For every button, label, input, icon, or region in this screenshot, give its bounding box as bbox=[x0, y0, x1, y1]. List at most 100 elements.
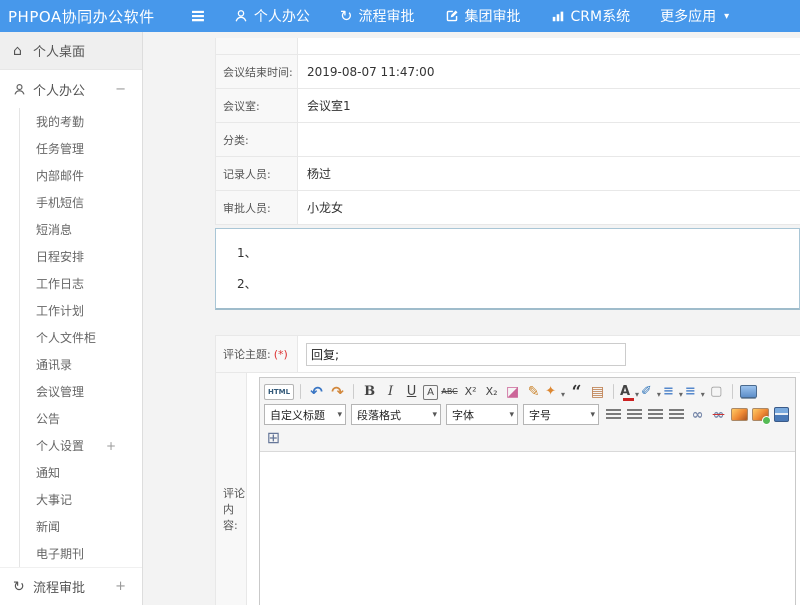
align-left-icon[interactable] bbox=[604, 405, 623, 425]
nav-workflow-approval[interactable]: ↻ 流程审批 bbox=[340, 6, 415, 26]
process-icon: ↻ bbox=[13, 579, 33, 595]
sidebar-subitem[interactable]: 通讯录 bbox=[20, 351, 142, 378]
sidebar-subitem[interactable]: 我的考勤 bbox=[20, 108, 142, 135]
sidebar-subitem[interactable]: 个人文件柜 bbox=[20, 324, 142, 351]
heading-select[interactable]: 自定义标题 bbox=[264, 404, 346, 425]
sidebar-subitem[interactable]: 新闻 bbox=[20, 513, 142, 540]
row-value: 杨过 bbox=[298, 157, 800, 190]
row-label: 分类: bbox=[216, 123, 298, 156]
underline-icon[interactable]: U bbox=[402, 382, 421, 402]
font-family-select[interactable]: 字体 bbox=[446, 404, 518, 425]
comment-content-row: 评论内容: HTML ↶ ↷ bbox=[216, 373, 800, 605]
sidebar-subitem[interactable]: 工作计划 bbox=[20, 297, 142, 324]
expand-icon: + bbox=[106, 439, 142, 453]
table-row: 会议室: 会议室1 bbox=[216, 89, 800, 123]
sidebar-subitem[interactable]: 任务管理 bbox=[20, 135, 142, 162]
table-row: 审批人员: 小龙女 bbox=[216, 191, 800, 225]
editor-content-area[interactable] bbox=[260, 452, 795, 605]
app: { "colors": { "topbar_bg": "#4798eb", "r… bbox=[0, 0, 800, 605]
menu-toggle-icon[interactable]: ≡ bbox=[190, 7, 206, 26]
unlink-icon[interactable]: ∞ bbox=[709, 405, 728, 425]
sidebar-subitem[interactable]: 会议管理 bbox=[20, 378, 142, 405]
font-color-icon[interactable]: A bbox=[620, 382, 639, 402]
align-right-icon[interactable] bbox=[646, 405, 665, 425]
comment-subject-label: 评论主题: (*) bbox=[216, 336, 298, 372]
row-value bbox=[298, 123, 800, 156]
separator bbox=[613, 384, 614, 399]
separator bbox=[732, 384, 733, 399]
nav-crm-system[interactable]: CRM系统 bbox=[551, 6, 631, 26]
sidebar-subitem[interactable]: 内部邮件 bbox=[20, 162, 142, 189]
paste-text-icon[interactable]: ▤ bbox=[588, 382, 607, 402]
app-logo: PHPOA协同办公软件 bbox=[0, 6, 190, 27]
sidebar-item-personal-office[interactable]: 个人办公 − bbox=[0, 70, 142, 108]
sidebar-subitem[interactable]: 公告 bbox=[20, 405, 142, 432]
nav-personal-office[interactable]: 个人办公 bbox=[234, 6, 310, 26]
editor-toolbar-row2: 自定义标题 段落格式 字体 bbox=[263, 403, 792, 426]
nav-group-approval[interactable]: 集团审批 bbox=[445, 6, 521, 26]
edit-icon bbox=[445, 9, 459, 23]
table-row: 分类: bbox=[216, 123, 800, 157]
insert-image-icon[interactable] bbox=[751, 405, 770, 425]
sidebar-subitem[interactable]: 通知 bbox=[20, 459, 142, 486]
row-label: 会议室: bbox=[216, 89, 298, 122]
image-icon[interactable] bbox=[730, 405, 749, 425]
bar-chart-icon bbox=[551, 9, 565, 23]
sidebar-subitem[interactable]: 大事记 bbox=[20, 486, 142, 513]
required-mark: (*) bbox=[274, 348, 288, 361]
process-icon: ↻ bbox=[340, 9, 353, 24]
nav-more-apps[interactable]: 更多应用 ▾ bbox=[660, 6, 729, 26]
table-row bbox=[216, 38, 800, 55]
row-label: 会议结束时间: bbox=[216, 55, 298, 88]
separator bbox=[300, 384, 301, 399]
html-source-button[interactable]: HTML bbox=[264, 384, 294, 400]
align-justify-icon[interactable] bbox=[667, 405, 686, 425]
sidebar-subitem[interactable]: 工作日志 bbox=[20, 270, 142, 297]
separator bbox=[353, 384, 354, 399]
media-icon[interactable] bbox=[772, 405, 791, 425]
row-label: 审批人员: bbox=[216, 191, 298, 224]
sidebar-subitem[interactable]: 短消息 bbox=[20, 216, 142, 243]
rich-text-editor: HTML ↶ ↷ B I bbox=[259, 377, 796, 605]
comment-form: 评论主题: (*) 评论内容: HTML ↶ bbox=[215, 335, 800, 605]
sidebar-item-desktop[interactable]: ⌂ 个人桌面 bbox=[0, 32, 142, 70]
auto-format-icon[interactable]: ✦ bbox=[545, 382, 565, 402]
meeting-detail-table: 会议结束时间: 2019-08-07 11:47:00 会议室: 会议室1 分类… bbox=[215, 38, 800, 225]
link-icon[interactable]: ∞ bbox=[688, 405, 707, 425]
redo-icon[interactable]: ↷ bbox=[328, 382, 347, 402]
undo-icon[interactable]: ↶ bbox=[307, 382, 326, 402]
editor-toolbar-row3: ⊞ bbox=[263, 426, 792, 449]
sidebar-subitem[interactable]: 个人设置 + bbox=[20, 432, 142, 459]
align-center-icon[interactable] bbox=[625, 405, 644, 425]
eraser-icon[interactable]: ◪ bbox=[503, 382, 522, 402]
italic-icon[interactable]: I bbox=[381, 382, 400, 402]
superscript-icon[interactable]: X² bbox=[461, 382, 480, 402]
font-size-select[interactable]: 字号 bbox=[523, 404, 599, 425]
highlight-color-icon[interactable]: ✐ bbox=[641, 382, 661, 402]
topbar: PHPOA协同办公软件 ≡ 个人办公 ↻ 流程审批 集团审批 CRM系统 更多应… bbox=[0, 0, 800, 32]
format-brush-icon[interactable]: ✎ bbox=[524, 382, 543, 402]
font-attr-icon[interactable]: A bbox=[423, 385, 438, 400]
row-value: 会议室1 bbox=[298, 89, 800, 122]
table-row: 会议结束时间: 2019-08-07 11:47:00 bbox=[216, 55, 800, 89]
bold-icon[interactable]: B bbox=[360, 382, 379, 402]
unordered-list-icon[interactable]: ≡ bbox=[685, 382, 705, 402]
strikethrough-icon[interactable]: ABC bbox=[440, 382, 459, 402]
sidebar-subitem[interactable]: 日程安排 bbox=[20, 243, 142, 270]
blockquote-icon[interactable]: “ bbox=[567, 382, 586, 402]
collapse-icon: − bbox=[115, 82, 142, 97]
home-icon: ⌂ bbox=[13, 43, 33, 59]
fullscreen-icon[interactable] bbox=[739, 382, 758, 402]
sidebar-subitem[interactable]: 手机短信 bbox=[20, 189, 142, 216]
row-label: 记录人员: bbox=[216, 157, 298, 190]
subscript-icon[interactable]: X₂ bbox=[482, 382, 501, 402]
sidebar-subitem[interactable]: 电子期刊 bbox=[20, 540, 142, 567]
comment-subject-input[interactable] bbox=[306, 343, 626, 366]
table-icon[interactable]: ⊞ bbox=[264, 428, 283, 448]
editor-toolbar-row1: HTML ↶ ↷ B I bbox=[263, 380, 792, 403]
ordered-list-icon[interactable]: ≡ bbox=[663, 382, 683, 402]
new-page-icon[interactable]: ▢ bbox=[707, 382, 726, 402]
paragraph-format-select[interactable]: 段落格式 bbox=[351, 404, 441, 425]
expand-icon: + bbox=[115, 579, 142, 594]
sidebar-item-workflow-approval[interactable]: ↻ 流程审批 + bbox=[0, 567, 142, 605]
